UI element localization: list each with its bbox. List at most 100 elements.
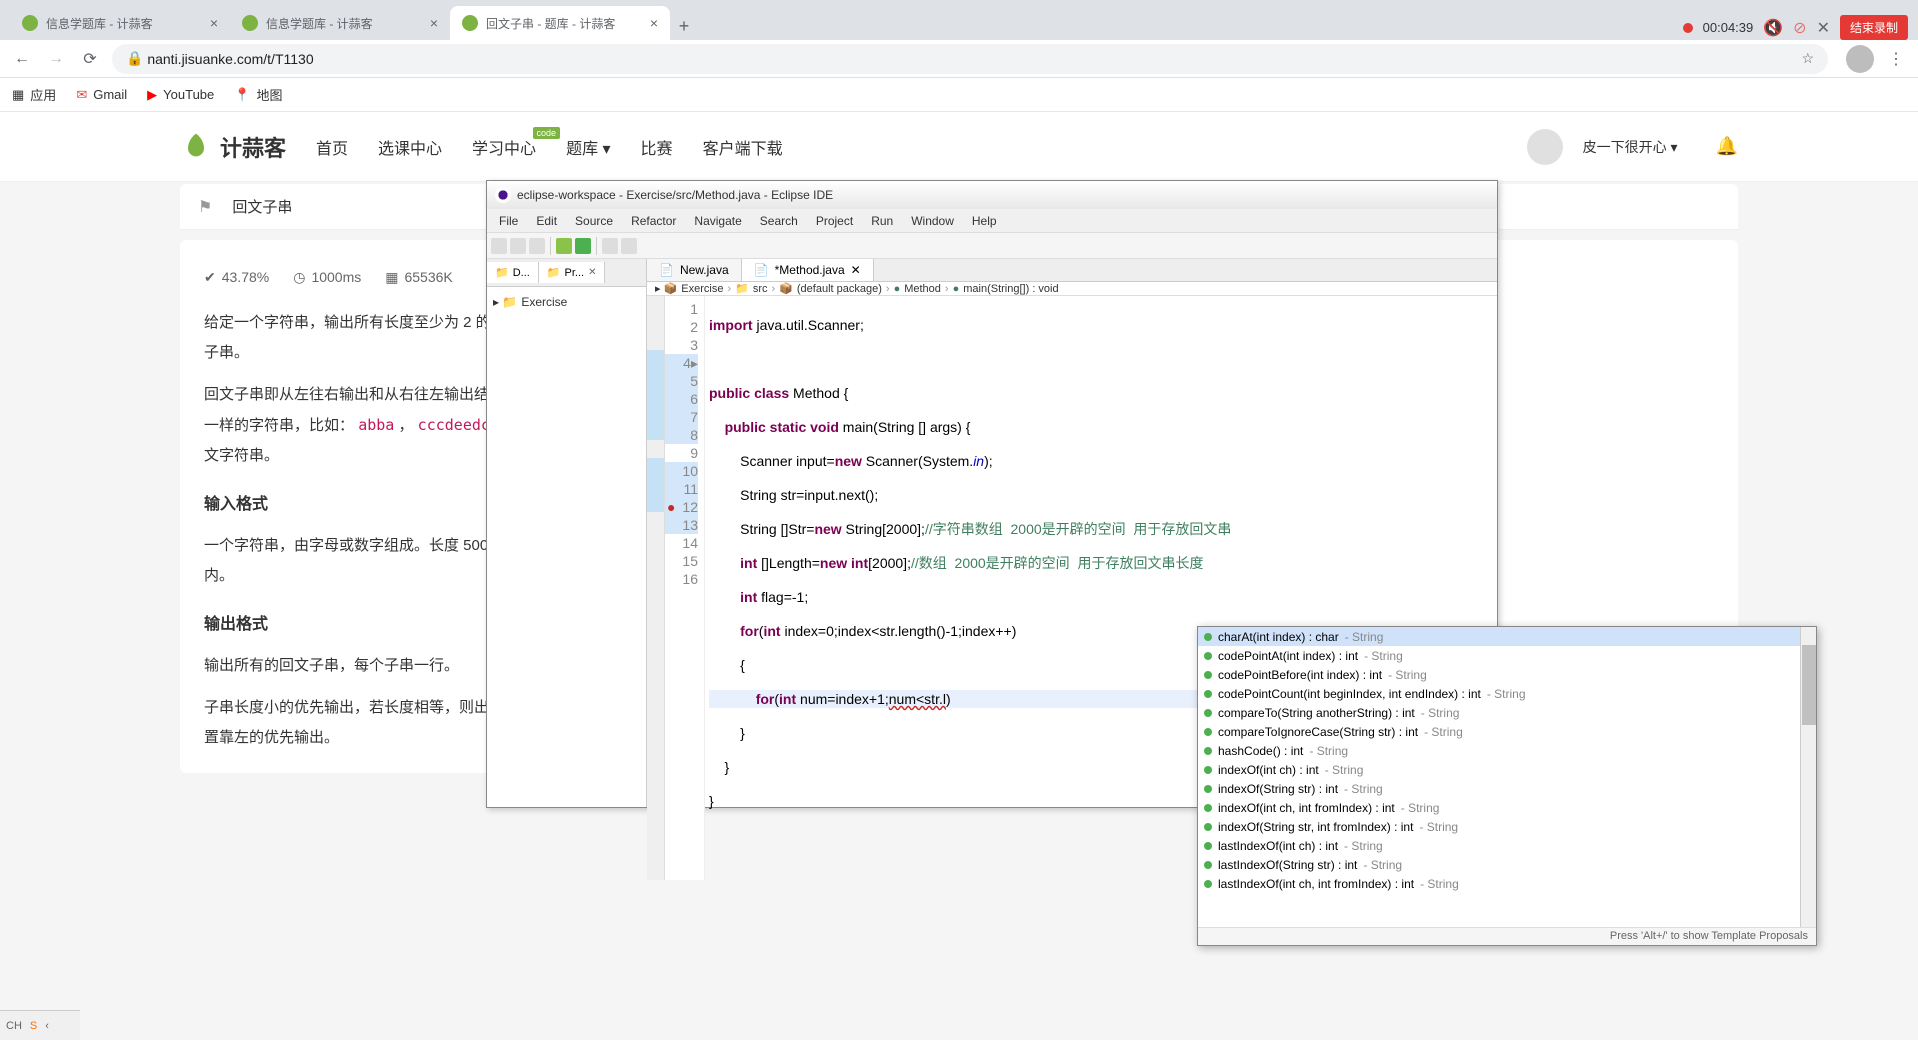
maps-bookmark[interactable]: 📍地图: [234, 85, 282, 104]
bookmark-star-icon[interactable]: ☆: [1801, 50, 1814, 67]
url-input[interactable]: 🔒 nanti.jisuanke.com/t/T1130 ☆: [112, 44, 1828, 74]
new-tab-button[interactable]: +: [670, 12, 698, 40]
autocomplete-hint: Press 'Alt+/' to show Template Proposals: [1198, 927, 1816, 945]
browser-tab-3[interactable]: 回文子串 - 题库 - 计蒜客 ×: [450, 6, 670, 40]
profile-avatar-icon[interactable]: [1846, 45, 1874, 73]
browser-tab-1[interactable]: 信息学题库 - 计蒜客 ×: [10, 6, 230, 40]
autocomplete-item[interactable]: codePointCount(int beginIndex, int endIn…: [1198, 684, 1816, 703]
site-favicon-icon: [462, 15, 478, 31]
address-bar: ← → ⟳ 🔒 nanti.jisuanke.com/t/T1130 ☆ ⋮: [0, 40, 1918, 78]
autocomplete-item[interactable]: indexOf(String str) : int - String: [1198, 779, 1816, 798]
debug-icon[interactable]: [556, 238, 572, 254]
autocomplete-item[interactable]: lastIndexOf(String str) : int - String: [1198, 855, 1816, 874]
ime-indicator[interactable]: CH: [6, 1020, 22, 1032]
user-menu[interactable]: 皮一下很开心 ▾: [1583, 137, 1678, 157]
problem-title: 回文子串: [232, 196, 292, 217]
method-icon: [1204, 823, 1212, 831]
sogou-icon[interactable]: S: [30, 1020, 37, 1032]
browser-tab-2[interactable]: 信息学题库 - 计蒜客 ×: [230, 6, 450, 40]
mic-mute-icon[interactable]: 🔇: [1763, 18, 1783, 38]
method-icon: [1204, 880, 1212, 888]
autocomplete-item[interactable]: lastIndexOf(int ch) : int - String: [1198, 836, 1816, 855]
new-icon[interactable]: [491, 238, 507, 254]
menu-file[interactable]: File: [491, 212, 526, 230]
autocomplete-item[interactable]: compareTo(String anotherString) : int - …: [1198, 703, 1816, 722]
tree-project[interactable]: ▸ 📁 Exercise: [493, 293, 640, 311]
editor-tab-method[interactable]: 📄 *Method.java ✕: [742, 259, 874, 281]
pkg-tab-pr[interactable]: 📁Pr...✕: [539, 262, 606, 283]
stop-recording-button[interactable]: 结束录制: [1840, 15, 1908, 40]
eclipse-titlebar[interactable]: eclipse-workspace - Exercise/src/Method.…: [487, 181, 1497, 209]
code-editor[interactable]: 123 4▸56 789 101112 13141516 import java…: [647, 296, 1497, 880]
recording-controls: 00:04:39 🔇 ⊘ ✕ 结束录制: [1683, 15, 1918, 40]
autocomplete-popup[interactable]: charAt(int index) : char - StringcodePoi…: [1197, 626, 1817, 946]
window-close-icon[interactable]: ✕: [1817, 18, 1830, 38]
tray-chevron-icon[interactable]: ‹: [45, 1020, 49, 1032]
nav-study[interactable]: 学习中心code: [472, 135, 536, 159]
mem-limit: ▦ 65536K: [385, 263, 453, 291]
eclipse-window[interactable]: eclipse-workspace - Exercise/src/Method.…: [486, 180, 1498, 808]
ime-tray[interactable]: CH S ‹: [0, 1010, 80, 1040]
autocomplete-item[interactable]: codePointBefore(int index) : int - Strin…: [1198, 665, 1816, 684]
method-icon: [1204, 842, 1212, 850]
reload-button[interactable]: ⟳: [78, 47, 102, 71]
close-icon[interactable]: ×: [650, 15, 658, 31]
method-icon: [1204, 633, 1212, 641]
nav-download[interactable]: 客户端下载: [703, 135, 783, 159]
close-icon[interactable]: ×: [210, 15, 218, 31]
menu-help[interactable]: Help: [964, 212, 1005, 230]
tab-title: 信息学题库 - 计蒜客: [266, 15, 373, 32]
notifications-icon[interactable]: 🔔: [1716, 136, 1738, 157]
nav-contest[interactable]: 比赛: [641, 135, 673, 159]
method-icon: [1204, 747, 1212, 755]
bookmarks-bar: ▦应用 ✉Gmail ▶YouTube 📍地图: [0, 78, 1918, 112]
run-icon[interactable]: [575, 238, 591, 254]
menu-source[interactable]: Source: [567, 212, 621, 230]
webcam-off-icon[interactable]: ⊘: [1793, 18, 1806, 38]
menu-icon[interactable]: ⋮: [1884, 47, 1908, 71]
scrollbar[interactable]: [1800, 627, 1816, 927]
editor-tabs: 📄 New.java 📄 *Method.java ✕: [647, 259, 1497, 282]
close-icon[interactable]: ✕: [851, 263, 861, 277]
autocomplete-item[interactable]: codePointAt(int index) : int - String: [1198, 646, 1816, 665]
close-icon[interactable]: ×: [430, 15, 438, 31]
forward-button[interactable]: →: [44, 47, 68, 71]
gmail-bookmark[interactable]: ✉Gmail: [76, 87, 127, 103]
menu-navigate[interactable]: Navigate: [686, 212, 749, 230]
autocomplete-item[interactable]: indexOf(int ch) : int - String: [1198, 760, 1816, 779]
autocomplete-item[interactable]: lastIndexOf(int ch, int fromIndex) : int…: [1198, 874, 1816, 893]
menu-run[interactable]: Run: [863, 212, 901, 230]
menu-refactor[interactable]: Refactor: [623, 212, 684, 230]
time-limit: ◷ 1000ms: [293, 263, 361, 291]
menu-search[interactable]: Search: [752, 212, 806, 230]
editor-tab-new[interactable]: 📄 New.java: [647, 259, 742, 281]
menu-edit[interactable]: Edit: [528, 212, 565, 230]
editor-breadcrumb[interactable]: ▸ 📦Exercise› 📁src› 📦(default package)› ●…: [647, 282, 1497, 296]
nav-courses[interactable]: 选课中心: [378, 135, 442, 159]
autocomplete-item[interactable]: indexOf(int ch, int fromIndex) : int - S…: [1198, 798, 1816, 817]
method-icon: [1204, 728, 1212, 736]
autocomplete-item[interactable]: charAt(int index) : char - String: [1198, 627, 1816, 646]
apps-bookmark[interactable]: ▦应用: [12, 85, 56, 104]
youtube-icon: ▶: [147, 87, 157, 103]
menu-project[interactable]: Project: [808, 212, 861, 230]
autocomplete-item[interactable]: hashCode() : int - String: [1198, 741, 1816, 760]
nav-problems[interactable]: 题库 ▾: [566, 135, 610, 159]
autocomplete-item[interactable]: compareToIgnoreCase(String str) : int - …: [1198, 722, 1816, 741]
step-icon[interactable]: [602, 238, 618, 254]
save-icon[interactable]: [510, 238, 526, 254]
back-button[interactable]: ←: [10, 47, 34, 71]
user-avatar-icon[interactable]: [1527, 129, 1563, 165]
user-area: 皮一下很开心 ▾ 🔔: [1527, 129, 1738, 165]
pkg-tab-d[interactable]: 📁D...: [487, 262, 539, 283]
menu-window[interactable]: Window: [903, 212, 962, 230]
gmail-icon: ✉: [76, 87, 87, 103]
autocomplete-item[interactable]: indexOf(String str, int fromIndex) : int…: [1198, 817, 1816, 836]
skip-icon[interactable]: [621, 238, 637, 254]
url-text: nanti.jisuanke.com/t/T1130: [147, 51, 313, 67]
save-all-icon[interactable]: [529, 238, 545, 254]
nav-home[interactable]: 首页: [316, 135, 348, 159]
site-favicon-icon: [242, 15, 258, 31]
site-logo[interactable]: 计蒜客: [180, 131, 286, 163]
youtube-bookmark[interactable]: ▶YouTube: [147, 87, 214, 103]
